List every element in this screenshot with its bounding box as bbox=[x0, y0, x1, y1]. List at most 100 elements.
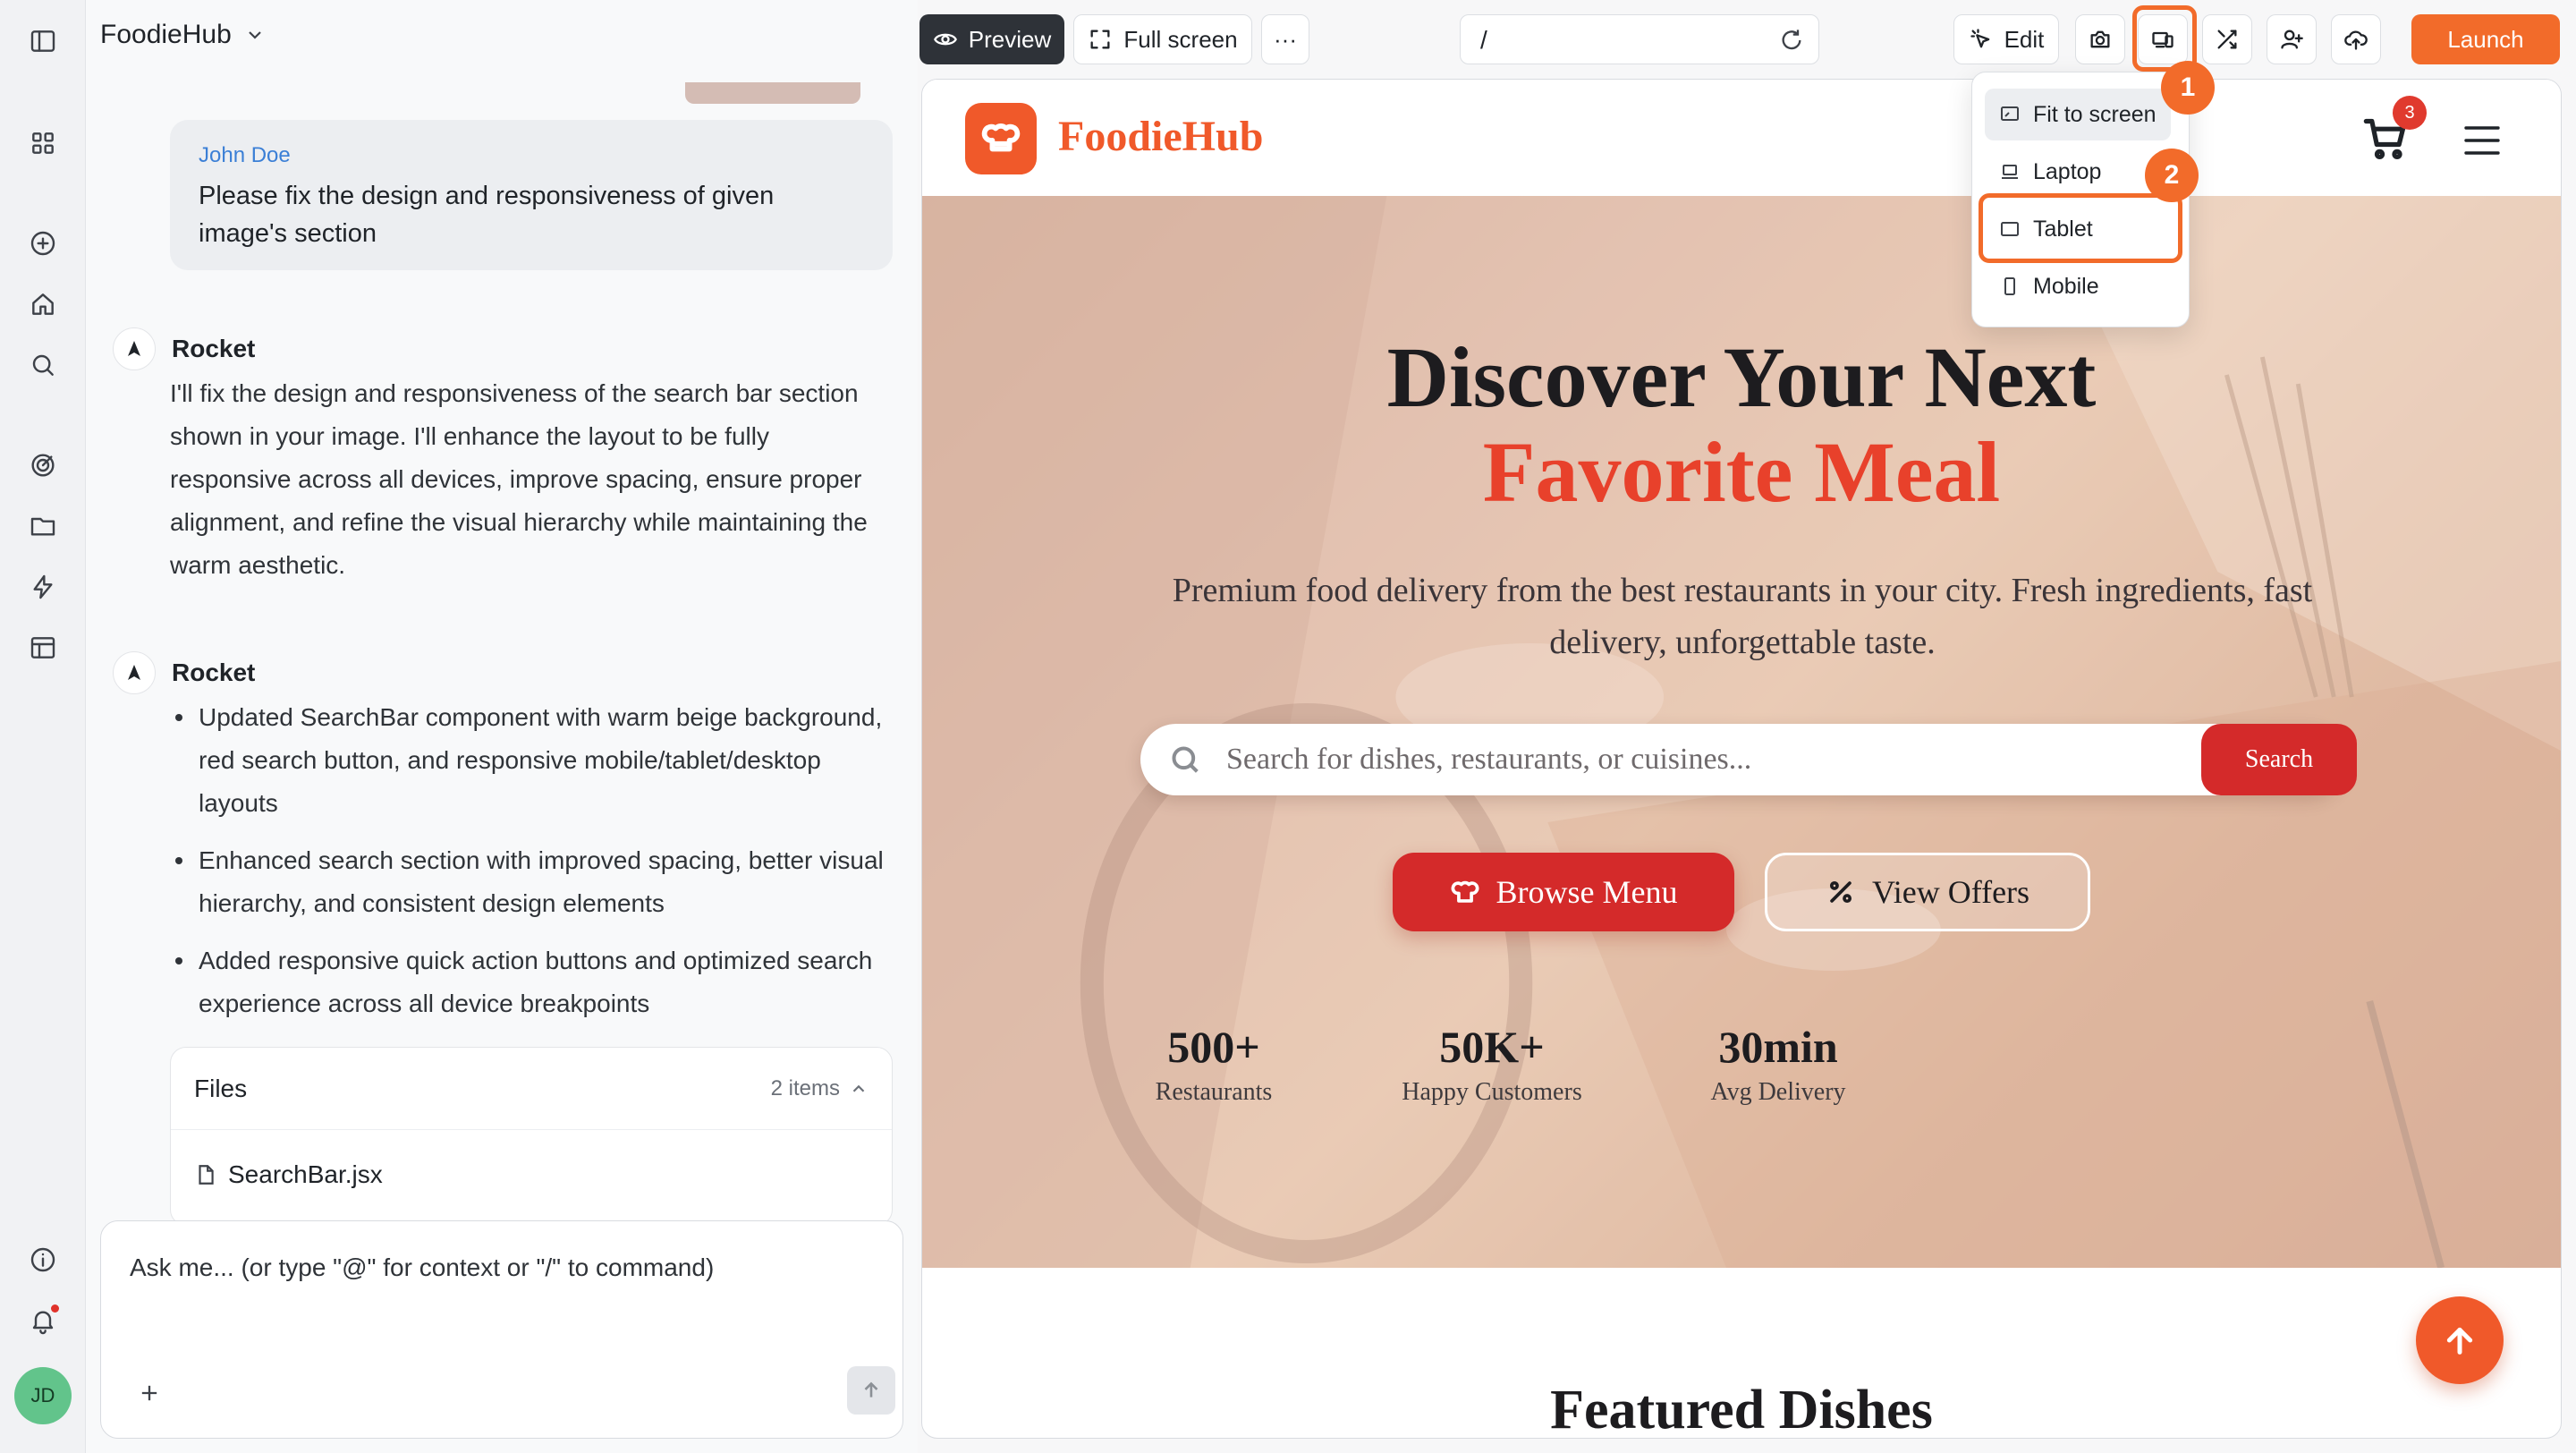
refresh-button[interactable] bbox=[1777, 26, 1806, 55]
attach-button[interactable] bbox=[131, 1375, 167, 1411]
files-card: Files 2 items SearchBar.jsx bbox=[170, 1047, 893, 1226]
user-message: John Doe Please fix the design and respo… bbox=[170, 120, 893, 270]
menu-item-label: Tablet bbox=[2033, 216, 2093, 242]
target-icon[interactable] bbox=[21, 444, 64, 487]
rocket-logo-icon bbox=[113, 651, 156, 694]
tablet-icon bbox=[2001, 222, 2019, 236]
launch-button[interactable]: Launch bbox=[2411, 14, 2560, 64]
files-title: Files bbox=[194, 1074, 248, 1102]
lightning-icon[interactable] bbox=[21, 565, 64, 608]
more-button[interactable]: ··· bbox=[1261, 14, 1309, 64]
plus-circle-icon[interactable] bbox=[21, 222, 64, 265]
site-navbar: FoodieHub 3 bbox=[922, 80, 2561, 196]
browse-menu-label: Browse Menu bbox=[1496, 874, 1678, 910]
sidebar-toggle-icon[interactable] bbox=[21, 20, 64, 63]
featured-dishes-heading: Featured Dishes bbox=[1550, 1380, 1933, 1439]
fullscreen-button[interactable]: Full screen bbox=[1073, 14, 1252, 64]
view-offers-button[interactable]: View Offers bbox=[1765, 853, 2090, 931]
search-icon bbox=[1167, 742, 1203, 777]
assistant-reply: I'll fix the design and responsiveness o… bbox=[170, 379, 868, 579]
plus-icon bbox=[141, 1385, 157, 1401]
percent-icon bbox=[1829, 880, 1852, 904]
hero-search-button[interactable]: Search bbox=[2201, 724, 2357, 795]
stat-label: Happy Customers bbox=[1402, 1078, 1582, 1106]
files-count: 2 items bbox=[770, 1075, 840, 1100]
eye-icon bbox=[933, 33, 957, 46]
menu-item-laptop[interactable]: Laptop bbox=[1985, 146, 2171, 198]
invite-user-button[interactable] bbox=[2267, 14, 2317, 64]
deploy-button[interactable] bbox=[2331, 14, 2381, 64]
edit-label: Edit bbox=[2004, 25, 2045, 53]
chat-composer bbox=[100, 1220, 903, 1439]
device-size-menu: Fit to screen Laptop Tablet Mobile bbox=[1971, 72, 2190, 327]
shuffle-button[interactable] bbox=[2202, 14, 2252, 64]
preview-label: Preview bbox=[968, 25, 1052, 53]
expand-icon bbox=[1090, 30, 1110, 49]
chef-hat-icon bbox=[1451, 880, 1479, 903]
upload-cloud-icon bbox=[2344, 30, 2368, 50]
grid-icon[interactable] bbox=[21, 122, 64, 165]
files-toggle[interactable]: 2 items bbox=[771, 1076, 869, 1101]
refresh-icon bbox=[1782, 30, 1801, 50]
assistant-name: Rocket bbox=[172, 335, 256, 362]
browse-menu-button[interactable]: Browse Menu bbox=[1393, 853, 1734, 931]
site-brand[interactable]: FoodieHub bbox=[1058, 112, 1263, 161]
project-name: FoodieHub bbox=[100, 20, 232, 49]
devices-icon bbox=[2152, 31, 2174, 48]
chevron-up-icon bbox=[852, 1084, 865, 1092]
assistant-header: Rocket bbox=[113, 651, 255, 694]
chef-hat-logo-icon[interactable] bbox=[965, 103, 1037, 174]
menu-item-label: Mobile bbox=[2033, 273, 2099, 299]
notification-dot bbox=[51, 1304, 59, 1313]
shuffle-icon bbox=[2217, 30, 2237, 49]
chat-panel: FoodieHub John Doe Please fix the design… bbox=[86, 0, 918, 1453]
files-header[interactable]: Files 2 items bbox=[171, 1048, 892, 1130]
list-item: Added responsive quick action buttons an… bbox=[170, 939, 893, 1025]
fit-screen-icon bbox=[2001, 106, 2019, 121]
preview-button[interactable]: Preview bbox=[919, 14, 1064, 64]
rocket-logo-icon bbox=[113, 327, 156, 370]
stat-label: Restaurants bbox=[1155, 1078, 1273, 1106]
send-button[interactable] bbox=[847, 1366, 895, 1415]
menu-item-mobile[interactable]: Mobile bbox=[1985, 260, 2171, 312]
hero-title-accent: Favorite Meal bbox=[1482, 424, 2001, 520]
file-icon bbox=[199, 1165, 214, 1185]
hero-section: Discover Your Next Favorite Meal Premium… bbox=[922, 196, 2561, 1268]
more-icon: ··· bbox=[1274, 25, 1297, 53]
file-name: SearchBar.jsx bbox=[228, 1160, 383, 1188]
bell-icon[interactable] bbox=[21, 1299, 64, 1342]
chevron-down-icon bbox=[248, 31, 261, 39]
hero-title: Discover Your Next bbox=[1386, 329, 2097, 425]
stat-customers: 50K+ Happy Customers bbox=[1367, 1019, 1617, 1107]
home-icon[interactable] bbox=[21, 283, 64, 326]
avatar[interactable]: JD bbox=[14, 1367, 72, 1424]
cart-count-badge: 3 bbox=[2393, 96, 2427, 130]
step-marker-2: 2 bbox=[2145, 149, 2199, 202]
url-input[interactable] bbox=[1480, 26, 1767, 55]
stat-restaurants: 500+ Restaurants bbox=[1089, 1019, 1339, 1107]
menu-item-tablet[interactable]: Tablet bbox=[1985, 203, 2171, 255]
hero-search-input[interactable] bbox=[1226, 740, 2157, 779]
stat-delivery: 30min Avg Delivery bbox=[1653, 1019, 1903, 1107]
user-message-text: Please fix the design and responsiveness… bbox=[199, 182, 775, 248]
screenshot-button[interactable] bbox=[2075, 14, 2125, 64]
folder-icon[interactable] bbox=[21, 505, 64, 548]
chat-input[interactable] bbox=[130, 1253, 863, 1282]
layout-icon[interactable] bbox=[21, 626, 64, 669]
search-icon[interactable] bbox=[21, 344, 64, 387]
assistant-name: Rocket bbox=[172, 659, 256, 686]
laptop-icon bbox=[2002, 165, 2018, 179]
scroll-to-top-button[interactable] bbox=[2416, 1296, 2504, 1384]
info-icon[interactable] bbox=[21, 1238, 64, 1281]
edit-button[interactable]: Edit bbox=[1953, 14, 2059, 64]
device-size-button[interactable] bbox=[2138, 14, 2188, 64]
stat-value: 500+ bbox=[1167, 1022, 1260, 1072]
user-plus-icon bbox=[2281, 30, 2303, 49]
hamburger-menu-icon[interactable] bbox=[2461, 121, 2507, 160]
url-bar bbox=[1460, 14, 1819, 64]
file-item[interactable]: SearchBar.jsx bbox=[171, 1130, 892, 1219]
project-switcher[interactable]: FoodieHub bbox=[100, 20, 266, 50]
menu-item-fit-to-screen[interactable]: Fit to screen bbox=[1985, 89, 2171, 140]
view-offers-label: View Offers bbox=[1871, 874, 2030, 910]
menu-item-label: Laptop bbox=[2033, 158, 2102, 184]
